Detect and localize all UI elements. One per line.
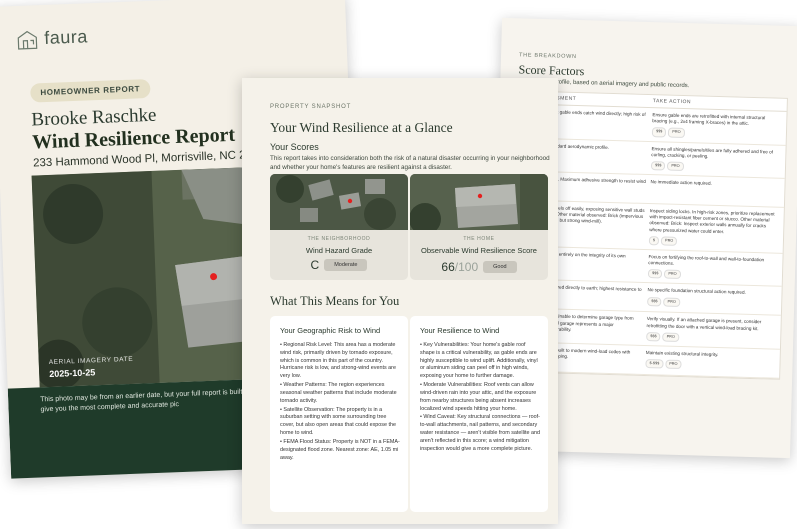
neighborhood-aerial-image: [270, 174, 408, 230]
home-aerial-illustration: [410, 174, 548, 230]
scores-description: This report takes into consideration bot…: [270, 155, 550, 171]
cost-tag: PRO: [660, 236, 678, 246]
geographic-risk-box: Your Geographic Risk to Wind • Regional …: [270, 316, 408, 512]
geographic-risk-list: • Regional Risk Level: This area has a m…: [280, 342, 400, 463]
action-tags: $$$ PRO: [646, 331, 772, 345]
cost-tag: PRO: [664, 269, 681, 280]
cost-tag: $$$: [646, 331, 661, 342]
neighborhood-label: THE NEIGHBORHOOD: [307, 236, 371, 242]
action-text: No immediate action required.: [650, 179, 712, 186]
cost-tag: PRO: [662, 332, 679, 342]
house-logo-icon: [17, 30, 38, 50]
list-item: • Moderate Vulnerabilities: Roof vents c…: [420, 382, 537, 412]
wind-hazard-grade-pill: Moderate: [324, 259, 368, 271]
action-text: Maintain existing structural integrity.: [645, 349, 719, 357]
action-cell: Verify visually. If an attached garage i…: [646, 316, 777, 344]
list-item: • Wind Caveat: Key structural connection…: [420, 414, 540, 452]
cost-tag: PRO: [667, 161, 684, 172]
wind-hazard-grade-value: C: [310, 258, 320, 272]
faura-logo: faura: [16, 26, 88, 50]
resilience-score-heading: Observable Wind Resilience Score: [421, 246, 537, 255]
action-text: Verify visually. If an attached garage i…: [646, 316, 762, 331]
action-text: Focus on fortifying the roof-to-wall and…: [648, 253, 765, 266]
action-cell: Ensure all shingles/panels/tiles are ful…: [650, 145, 782, 174]
list-item: • Weather Patterns: The region experienc…: [280, 382, 397, 404]
cost-tag: $$$: [650, 160, 666, 171]
list-item: • Key Vulnerabilities: Your home's gable…: [420, 342, 538, 380]
geographic-risk-heading: Your Geographic Risk to Wind: [280, 326, 381, 335]
resilience-score-value: 66: [441, 260, 455, 274]
home-score-card: THE HOME Observable Wind Resilience Scor…: [410, 174, 548, 280]
action-text: No specific foundation structural action…: [647, 287, 746, 296]
list-item: • Satellite Observation: The property is…: [280, 406, 396, 437]
action-cell: No specific foundation structural action…: [647, 287, 778, 311]
report-type-badge: HOMEOWNER REPORT: [30, 78, 151, 103]
resilience-score-number: 66/100: [441, 258, 478, 276]
cost-tag: PRO: [663, 297, 680, 307]
wind-hazard-grade-row: C Moderate: [270, 258, 408, 272]
snapshot-title: Your Wind Resilience at a Glance: [270, 120, 453, 135]
breakdown-kicker: THE BREAKDOWN: [518, 52, 577, 60]
wind-hazard-grade-heading: Wind Hazard Grade: [305, 246, 373, 255]
resilience-score-row: 66/100 Good: [410, 258, 548, 276]
resilience-box: Your Resilience to Wind • Key Vulnerabil…: [410, 316, 548, 512]
action-cell: Ensure gable ends are retrofitted with i…: [651, 112, 783, 141]
resilience-heading: Your Resilience to Wind: [420, 326, 500, 335]
snapshot-kicker: PROPERTY SNAPSHOT: [270, 104, 352, 110]
column-header-action: TAKE ACTION: [652, 98, 692, 106]
cost-tag: PRO: [668, 127, 685, 138]
action-tags: $$$ PRO: [647, 296, 773, 310]
logo-text: faura: [43, 26, 89, 48]
cost-tag: $$$: [651, 127, 667, 138]
action-text: Ensure all shingles/panels/tiles are ful…: [651, 145, 774, 159]
cost-tag: $$$: [647, 296, 662, 307]
action-cell: Focus on fortifying the roof-to-wall and…: [647, 253, 779, 282]
home-label: THE HOME: [463, 236, 495, 242]
cost-tag: PRO: [665, 359, 682, 370]
resilience-list: • Key Vulnerabilities: Your home's gable…: [420, 342, 540, 455]
list-item: • FEMA Flood Status: Property is NOT in …: [280, 438, 400, 461]
action-text: Inspect siding locks. In high-risk zones…: [649, 208, 775, 234]
resilience-score-pill: Good: [483, 261, 517, 273]
action-tags: $-$$$ PRO: [645, 359, 771, 372]
cost-tag: $$$: [647, 269, 663, 279]
action-tags: $ PRO: [648, 235, 775, 249]
action-tags: $$$ PRO: [650, 160, 777, 174]
aerial-date-overlay: AERIAL IMAGERY DATE 2025-10-25: [49, 356, 134, 379]
action-tags: $$$ PRO: [651, 127, 778, 141]
scores-heading: Your Scores: [270, 142, 319, 152]
action-text: Ensure gable ends are retrofitted with i…: [652, 112, 766, 127]
action-cell: Maintain existing structural integrity. $…: [645, 350, 776, 374]
meaning-title: What This Means for You: [270, 294, 400, 308]
score-factors-title: Score Factors: [518, 62, 585, 79]
neighborhood-score-card: THE NEIGHBORHOOD Wind Hazard Grade C Mod…: [270, 174, 408, 280]
resilience-score-max: /100: [454, 260, 479, 274]
list-item: • Regional Risk Level: This area has a m…: [280, 342, 396, 380]
property-snapshot-page: PROPERTY SNAPSHOT Your Wind Resilience a…: [242, 78, 558, 524]
action-cell: Inspect siding locks. In high-risk zones…: [648, 208, 780, 249]
home-aerial-image: [410, 174, 548, 230]
action-tags: $$$ PRO: [647, 269, 774, 282]
action-cell: No immediate action required.: [650, 179, 781, 203]
cost-tag: $: [648, 235, 660, 246]
neighborhood-map-illustration: [270, 174, 408, 230]
cost-tag: $-$$$: [645, 359, 664, 369]
